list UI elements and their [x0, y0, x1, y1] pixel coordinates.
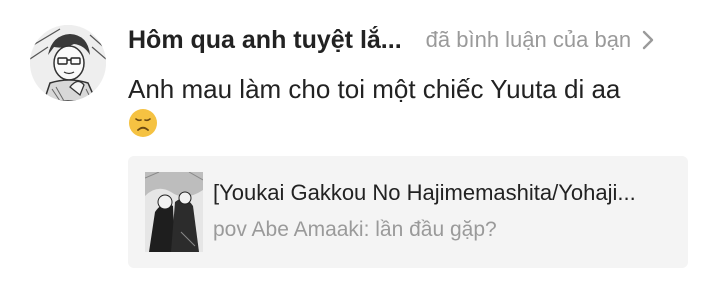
comment-notification[interactable]: Hôm qua anh tuyệt lắ... đã bình luận của…	[0, 0, 720, 281]
story-subtitle: pov Abe Amaaki: lần đầu gặp?	[213, 218, 497, 241]
notification-action-text: đã bình luận của bạn	[425, 27, 632, 52]
story-cover-image[interactable]	[145, 172, 203, 252]
disappointed-face-icon	[128, 108, 158, 138]
story-title[interactable]: [Youkai Gakkou No Hajimemashita/Yohaji..…	[213, 180, 673, 206]
chevron-right-icon[interactable]	[641, 29, 655, 51]
notification-header: Hôm qua anh tuyệt lắ... đã bình luận của…	[128, 22, 693, 58]
avatar[interactable]	[30, 25, 106, 101]
comment-text: Anh mau làm cho toi một chiếc Yuuta di a…	[128, 74, 621, 104]
author-name[interactable]: Hôm qua anh tuyệt lắ...	[128, 26, 402, 55]
comment-body: Anh mau làm cho toi một chiếc Yuuta di a…	[128, 72, 688, 140]
story-card[interactable]: [Youkai Gakkou No Hajimemashita/Yohaji..…	[128, 156, 688, 268]
